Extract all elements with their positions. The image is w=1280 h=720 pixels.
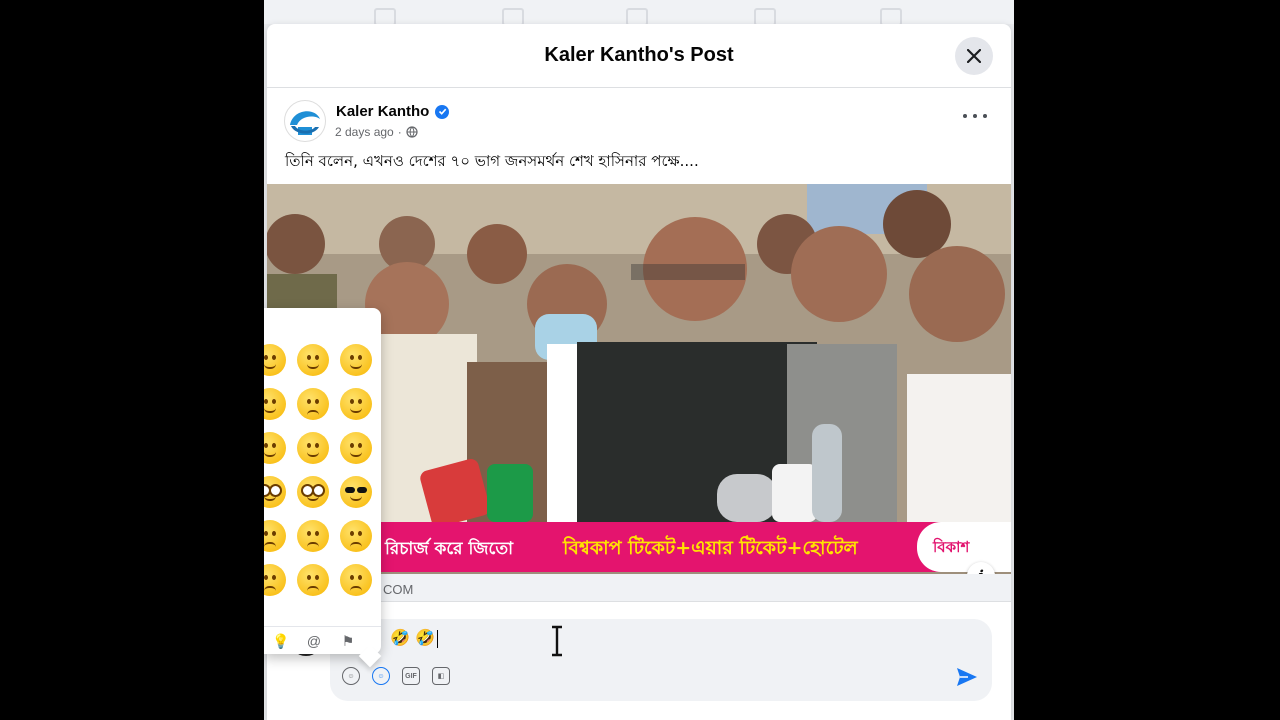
meta-separator: · xyxy=(397,125,402,139)
page-name[interactable]: Kaler Kantho xyxy=(336,103,450,120)
text-cursor-icon xyxy=(552,625,562,657)
emoji-pensive[interactable] xyxy=(296,520,329,552)
emoji-worried[interactable] xyxy=(339,520,372,552)
globe-icon xyxy=(406,126,418,138)
emoji-grid xyxy=(264,344,381,596)
emoji-grinning-sweat[interactable] xyxy=(296,344,329,376)
top-navigation-bar xyxy=(264,0,1014,26)
comment-typed-text: 🤣 🤣 xyxy=(390,628,435,647)
post-meta: 2 days ago · xyxy=(335,125,418,139)
emoji-disappointed[interactable] xyxy=(264,520,286,552)
text-caret xyxy=(436,629,438,648)
emoji-wink[interactable] xyxy=(339,388,372,420)
kaler-kantho-logo xyxy=(286,102,324,140)
gif-label: GIF xyxy=(405,672,417,680)
banner-text-right: বিশ্বকাপ টিকেট+এয়ার টিকেট+হোটেল xyxy=(563,537,858,559)
emoji-slight-smile[interactable] xyxy=(264,388,286,420)
emoji-tears-of-joy[interactable] xyxy=(264,344,286,376)
flag-icon[interactable]: ⚑ xyxy=(340,633,356,649)
comment-tools: ☺ ☺ GIF ◧ xyxy=(342,667,450,685)
dot-icon xyxy=(963,114,967,118)
page-name-text[interactable]: Kaler Kantho xyxy=(336,103,429,120)
lightbulb-icon[interactable]: 💡 xyxy=(272,633,289,649)
dialog-header: Kaler Kantho's Post xyxy=(267,24,1011,88)
bkash-brand-text: বিকাশ xyxy=(933,538,970,556)
dialog-title: Kaler Kantho's Post xyxy=(544,44,734,66)
post-time[interactable]: 2 days ago xyxy=(335,125,394,139)
link-domain[interactable]: COM xyxy=(383,582,413,597)
more-options-button[interactable] xyxy=(963,108,987,124)
emoji-yum[interactable] xyxy=(339,432,372,464)
at-symbol-icon[interactable]: @ xyxy=(306,633,322,649)
banner-text-left: রিচার্জ করে জিতো xyxy=(385,539,514,559)
emoji-tired[interactable] xyxy=(264,564,286,596)
dot-icon xyxy=(973,114,977,118)
emoji-laughing-tears[interactable] xyxy=(339,344,372,376)
emoji-kiss[interactable] xyxy=(264,432,286,464)
bkash-logo: বিকাশ xyxy=(917,522,1011,572)
emoji-sunglasses[interactable] xyxy=(339,476,372,508)
post-header: Kaler Kantho 2 days ago · xyxy=(267,88,1011,146)
avatar-sticker-icon[interactable]: ☺ xyxy=(342,667,360,685)
emoji-weary[interactable] xyxy=(296,564,329,596)
close-button[interactable] xyxy=(955,37,993,75)
emoji-icon[interactable]: ☺ xyxy=(372,667,390,685)
comment-input[interactable]: 🤣 🤣 xyxy=(390,628,438,648)
emoji-picker: 💡 @ ⚑ xyxy=(264,308,381,654)
close-icon xyxy=(967,49,981,63)
emoji-pleading[interactable] xyxy=(339,564,372,596)
facebook-window: Kaler Kantho's Post Kaler Kantho 2 days … xyxy=(264,0,1014,720)
send-icon[interactable] xyxy=(956,667,978,687)
comment-input-box[interactable]: 🤣 🤣 ☺ ☺ GIF ◧ xyxy=(330,619,992,701)
post-text: তিনি বলেন, এখনও দেশের ৭০ ভাগ জনসমর্থন শে… xyxy=(285,152,699,170)
gif-icon[interactable]: GIF xyxy=(402,667,420,685)
emoji-upside-down[interactable] xyxy=(296,388,329,420)
emoji-nerd[interactable] xyxy=(296,476,329,508)
emoji-smirk[interactable] xyxy=(296,432,329,464)
page-avatar[interactable] xyxy=(284,100,326,142)
sticker-icon[interactable]: ◧ xyxy=(432,667,450,685)
emoji-monocle[interactable] xyxy=(264,476,286,508)
dot-icon xyxy=(983,114,987,118)
verified-badge-icon xyxy=(435,104,450,119)
